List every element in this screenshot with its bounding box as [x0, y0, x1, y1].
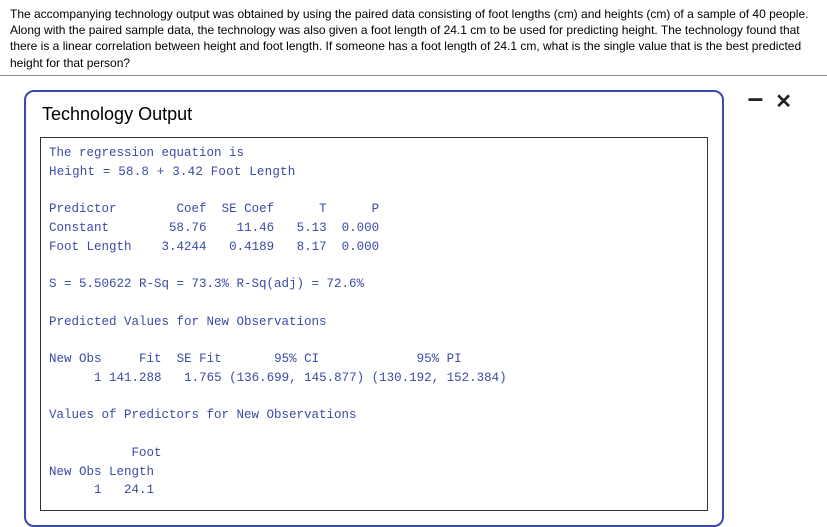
- pred-header-coef: Coef: [177, 202, 207, 216]
- minimize-icon[interactable]: –: [748, 84, 764, 112]
- panel-title: Technology Output: [42, 104, 708, 125]
- newobs-h1: New Obs: [49, 352, 102, 366]
- pred-foot-t: 8.17: [297, 240, 327, 254]
- pred-constant-label: Constant: [49, 221, 109, 235]
- pred-constant-coef: 58.76: [169, 221, 207, 235]
- problem-statement: The accompanying technology output was o…: [0, 0, 827, 76]
- close-icon[interactable]: ✕: [775, 92, 792, 112]
- newobs-r1c1: 1: [94, 371, 102, 385]
- newobs-r1c3: 1.765: [184, 371, 222, 385]
- newobs-h4: 95% CI: [274, 352, 319, 366]
- pred-foot-se: 0.4189: [229, 240, 274, 254]
- newobs-r1c5: (130.192, 152.384): [372, 371, 507, 385]
- regression-equation: Height = 58.8 + 3.42 Foot Length: [49, 165, 295, 179]
- regression-header: The regression equation is: [49, 146, 244, 160]
- newobs-h2: Fit: [139, 352, 162, 366]
- pred-header-predictor: Predictor: [49, 202, 117, 216]
- newobs-r1c4: (136.699, 145.877): [229, 371, 364, 385]
- values-h2b: Length: [109, 465, 154, 479]
- newobs-r1c2: 141.288: [109, 371, 162, 385]
- pred-foot-label: Foot Length: [49, 240, 132, 254]
- window-controls: – ✕: [748, 88, 792, 116]
- pred-constant-p: 0.000: [342, 221, 380, 235]
- values-r1c2: 24.1: [124, 483, 154, 497]
- pred-foot-p: 0.000: [342, 240, 380, 254]
- values-h2a: New Obs: [49, 465, 102, 479]
- pred-foot-coef: 3.4244: [162, 240, 207, 254]
- pred-header-t: T: [319, 202, 327, 216]
- values-r1c1: 1: [94, 483, 102, 497]
- newobs-h5: 95% PI: [417, 352, 462, 366]
- technology-output-panel: – ✕ Technology Output The regression equ…: [24, 90, 724, 527]
- pred-header-secoef: SE Coef: [222, 202, 275, 216]
- regression-output: The regression equation is Height = 58.8…: [40, 137, 708, 511]
- pred-header-p: P: [372, 202, 380, 216]
- pred-constant-t: 5.13: [297, 221, 327, 235]
- model-stats: S = 5.50622 R-Sq = 73.3% R-Sq(adj) = 72.…: [49, 277, 364, 291]
- values-h1: Foot: [132, 446, 162, 460]
- pred-constant-se: 11.46: [237, 221, 275, 235]
- values-header: Values of Predictors for New Observation…: [49, 408, 357, 422]
- newobs-h3: SE Fit: [177, 352, 222, 366]
- predicted-values-header: Predicted Values for New Observations: [49, 315, 327, 329]
